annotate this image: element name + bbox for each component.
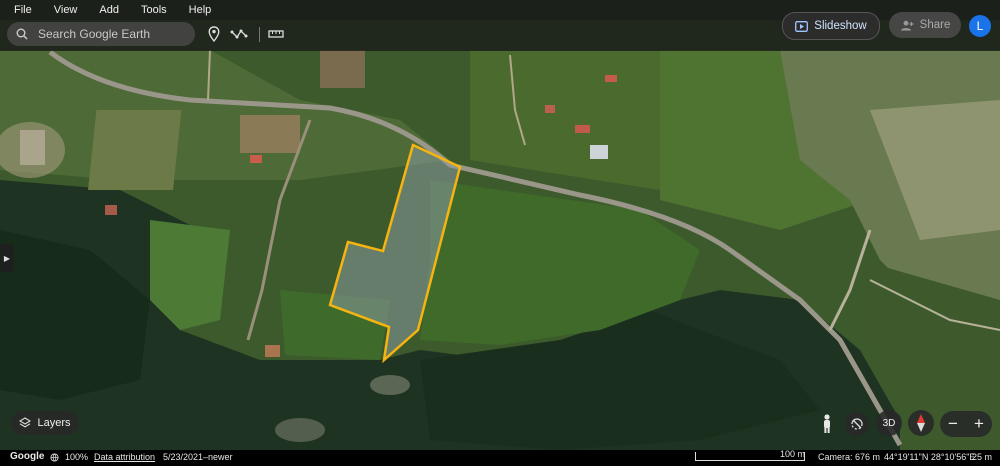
map-pin-icon[interactable] — [204, 24, 224, 44]
draw-path-icon[interactable] — [229, 24, 249, 44]
chevron-right-icon: ▶ — [3, 253, 11, 263]
zoom-out-button[interactable]: − — [940, 411, 966, 437]
scale-bar — [695, 452, 805, 461]
menu-add[interactable]: Add — [91, 4, 127, 16]
layers-button[interactable]: Layers — [11, 411, 79, 435]
menu-view[interactable]: View — [46, 4, 86, 16]
menu-help[interactable]: Help — [181, 4, 220, 16]
ruler-icon[interactable] — [266, 24, 286, 44]
satellite-map[interactable] — [0, 0, 1000, 466]
compass-button[interactable] — [908, 410, 934, 436]
elevation: 25 m — [972, 452, 993, 462]
zoom-in-button[interactable]: + — [966, 411, 992, 437]
search-icon — [16, 28, 28, 40]
toolbar-divider — [259, 27, 260, 42]
zoom-level: 100% — [65, 452, 89, 462]
rotate-view-icon — [850, 417, 864, 431]
coordinates: 44°19'11"N 28°10'56"E — [884, 452, 976, 462]
avatar[interactable]: L — [969, 15, 991, 37]
status-bar: Google 100% Data attribution 5/23/2021–n… — [0, 449, 1000, 466]
layers-label: Layers — [37, 417, 71, 429]
tilt-view-button[interactable] — [845, 412, 869, 436]
menu-file[interactable]: File — [6, 4, 40, 16]
slideshow-icon — [795, 20, 809, 32]
share-label: Share — [919, 19, 951, 31]
pegman-icon[interactable] — [815, 412, 839, 436]
zoom-controls: − + — [940, 411, 992, 437]
data-attribution-link[interactable]: Data attribution — [94, 452, 155, 462]
imagery-date: 5/23/2021–newer — [163, 452, 233, 462]
minus-icon: − — [948, 414, 958, 433]
slideshow-label: Slideshow — [814, 20, 867, 32]
globe-icon — [50, 453, 59, 464]
3d-toggle-button[interactable]: 3D — [876, 410, 902, 436]
plus-icon: + — [974, 414, 984, 433]
share-button[interactable]: Share — [889, 12, 961, 38]
compass-icon — [916, 414, 926, 432]
google-logo: Google — [10, 451, 45, 462]
panel-toggle[interactable]: ▶ — [0, 244, 14, 272]
camera-altitude: Camera: 676 m — [818, 452, 881, 462]
menu-tools[interactable]: Tools — [133, 4, 175, 16]
search-input[interactable] — [36, 26, 190, 42]
add-person-icon — [900, 20, 914, 31]
layers-icon — [19, 417, 32, 429]
search-box[interactable] — [7, 22, 195, 46]
slideshow-button[interactable]: Slideshow — [782, 12, 880, 40]
